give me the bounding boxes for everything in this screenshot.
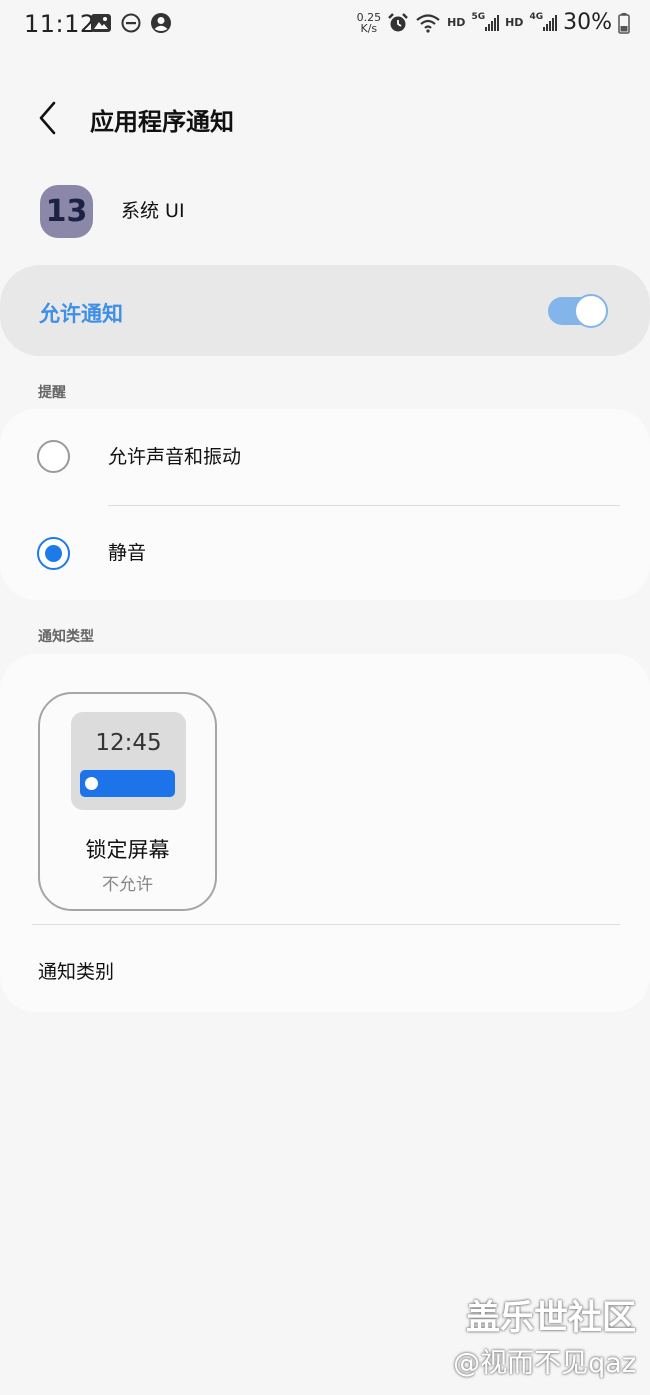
status-left-icons <box>90 12 172 34</box>
allow-notifications-label: 允许通知 <box>39 302 123 326</box>
alarm-icon <box>388 12 408 31</box>
radio-sound-vibrate[interactable] <box>37 440 70 473</box>
option-sound-vibrate-label[interactable]: 允许声音和振动 <box>108 442 241 469</box>
signal-icon <box>485 14 500 31</box>
hd-badge-2: HD <box>505 16 524 29</box>
divider-2 <box>32 924 620 925</box>
app-icon: 13 <box>40 185 93 238</box>
network-speed: 0.25 K/s <box>357 12 382 34</box>
image-icon <box>91 14 111 32</box>
back-arrow-icon[interactable] <box>34 100 64 136</box>
battery-icon <box>618 12 630 34</box>
app-name: 系统 UI <box>121 200 185 222</box>
notification-types-section-label: 通知类型 <box>38 629 94 645</box>
do-not-disturb-icon <box>121 13 141 33</box>
lock-screen-status: 不允许 <box>102 875 153 895</box>
status-right-icons: 0.25 K/s HD 5G HD 4G 30% <box>357 10 630 35</box>
account-icon <box>151 13 171 33</box>
status-bar: 11:12 0.25 K/s HD 5G HD 4G 30% <box>0 0 650 52</box>
network-type-2: 4G <box>529 11 544 22</box>
alerts-section-label: 提醒 <box>38 385 66 401</box>
wifi-icon <box>416 13 440 33</box>
lock-screen-preview: 12:45 <box>71 712 186 810</box>
preview-notification-bar <box>80 770 175 797</box>
battery-percent: 30% <box>563 10 612 35</box>
signal-icon-2 <box>543 14 558 31</box>
preview-dot <box>85 777 98 790</box>
network-type-1: 5G <box>471 11 486 22</box>
notification-categories-link[interactable]: 通知类别 <box>38 957 114 984</box>
preview-clock: 12:45 <box>95 730 162 756</box>
divider <box>108 505 620 506</box>
watermark-user: @视而不见qaz <box>453 1348 636 1379</box>
allow-notifications-toggle[interactable] <box>548 294 608 328</box>
status-time: 11:12 <box>24 10 96 38</box>
radio-silent[interactable] <box>37 537 70 570</box>
watermark-community: 盖乐世社区 <box>466 1298 636 1338</box>
lock-screen-tile[interactable]: 12:45 锁定屏幕 不允许 <box>38 692 217 911</box>
page-title: 应用程序通知 <box>90 108 234 136</box>
option-silent-label[interactable]: 静音 <box>108 538 146 565</box>
hd-badge-1: HD <box>447 16 466 29</box>
speed-unit: K/s <box>360 21 378 35</box>
speed-value: 0.25 <box>356 10 382 24</box>
toggle-thumb <box>574 294 608 328</box>
lock-screen-title: 锁定屏幕 <box>85 838 170 862</box>
